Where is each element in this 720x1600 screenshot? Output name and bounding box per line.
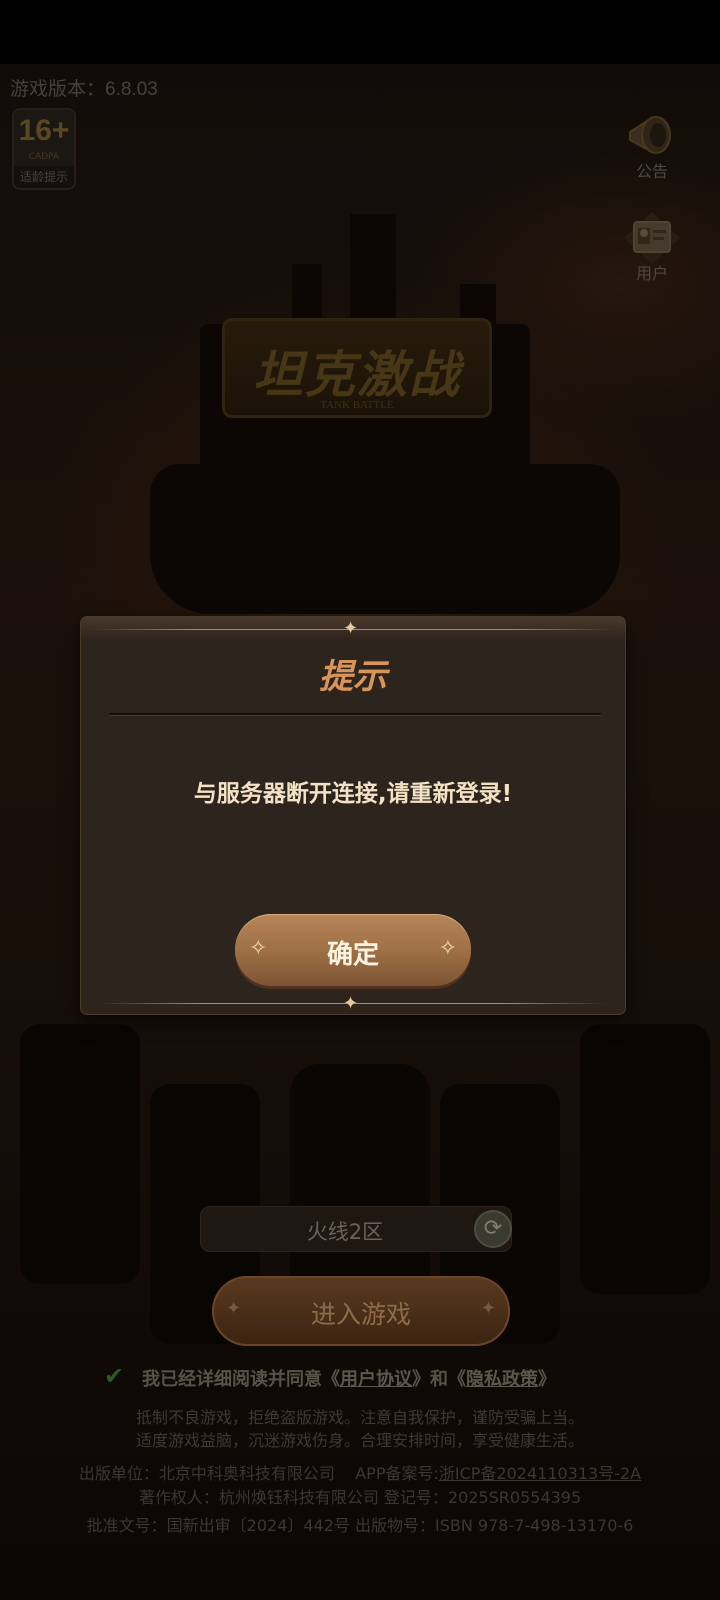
- dialog-divider: [109, 713, 601, 716]
- agreement-text: 我已经详细阅读并同意《用户协议》和《隐私政策》: [142, 1365, 556, 1391]
- app-record-label: APP备案号:: [355, 1464, 439, 1483]
- agreement-middle: 》和《: [412, 1369, 466, 1390]
- confirm-button[interactable]: ✧ 确定 ✧: [235, 914, 471, 986]
- checkmark-icon[interactable]: ✔: [104, 1364, 128, 1388]
- alert-dialog: ✦ 提示 与服务器断开连接,请重新登录! ✧ 确定 ✧ ✦: [81, 617, 625, 1014]
- publisher-line: 出版单位：北京中科奥科技有限公司 APP备案号:浙ICP备2024110313号…: [0, 1460, 720, 1484]
- app-record-link[interactable]: 浙ICP备2024110313号-2A: [439, 1464, 641, 1483]
- sparkle-icon: ✦: [343, 618, 359, 639]
- enter-game-label: 进入游戏: [310, 1300, 411, 1329]
- privacy-policy-link[interactable]: 隐私政策: [466, 1369, 538, 1390]
- server-name: 火线2区: [306, 1220, 384, 1244]
- copyright-line: 著作权人：杭州焕钰科技有限公司 登记号：2025SR0554395: [138, 1488, 582, 1507]
- approval-line: 批准文号：国新出审〔2024〕442号 出版物号：ISBN 978-7-498-…: [86, 1516, 634, 1535]
- dialog-title: 提示: [319, 657, 387, 697]
- confirm-label: 确定: [326, 940, 379, 970]
- server-selector[interactable]: 火线2区 ⟳: [200, 1206, 512, 1252]
- health-notice-line1: 抵制不良游戏，拒绝盗版游戏。注意自我保护，谨防受骗上当。: [135, 1408, 584, 1427]
- sparkle-icon: ✦: [343, 993, 359, 1014]
- publisher: 出版单位：北京中科奥科技有限公司: [78, 1464, 335, 1483]
- sparkle-icon: ✧: [438, 936, 457, 961]
- agreement-suffix: 》: [538, 1369, 556, 1390]
- enter-game-button[interactable]: ✦ 进入游戏 ✦: [212, 1276, 510, 1346]
- status-bar: [0, 0, 720, 64]
- health-notice-line2: 适度游戏益脑，沉迷游戏伤身。合理安排时间，享受健康生活。: [135, 1431, 584, 1450]
- dialog-message: 与服务器断开连接,请重新登录!: [193, 781, 513, 807]
- sparkle-icon: ✦: [480, 1298, 496, 1319]
- agreement-row: ✔ 我已经详细阅读并同意《用户协议》和《隐私政策》: [104, 1362, 624, 1392]
- user-agreement-link[interactable]: 用户协议: [340, 1369, 412, 1390]
- agreement-prefix: 我已经详细阅读并同意《: [142, 1369, 340, 1390]
- refresh-icon[interactable]: ⟳: [474, 1210, 512, 1248]
